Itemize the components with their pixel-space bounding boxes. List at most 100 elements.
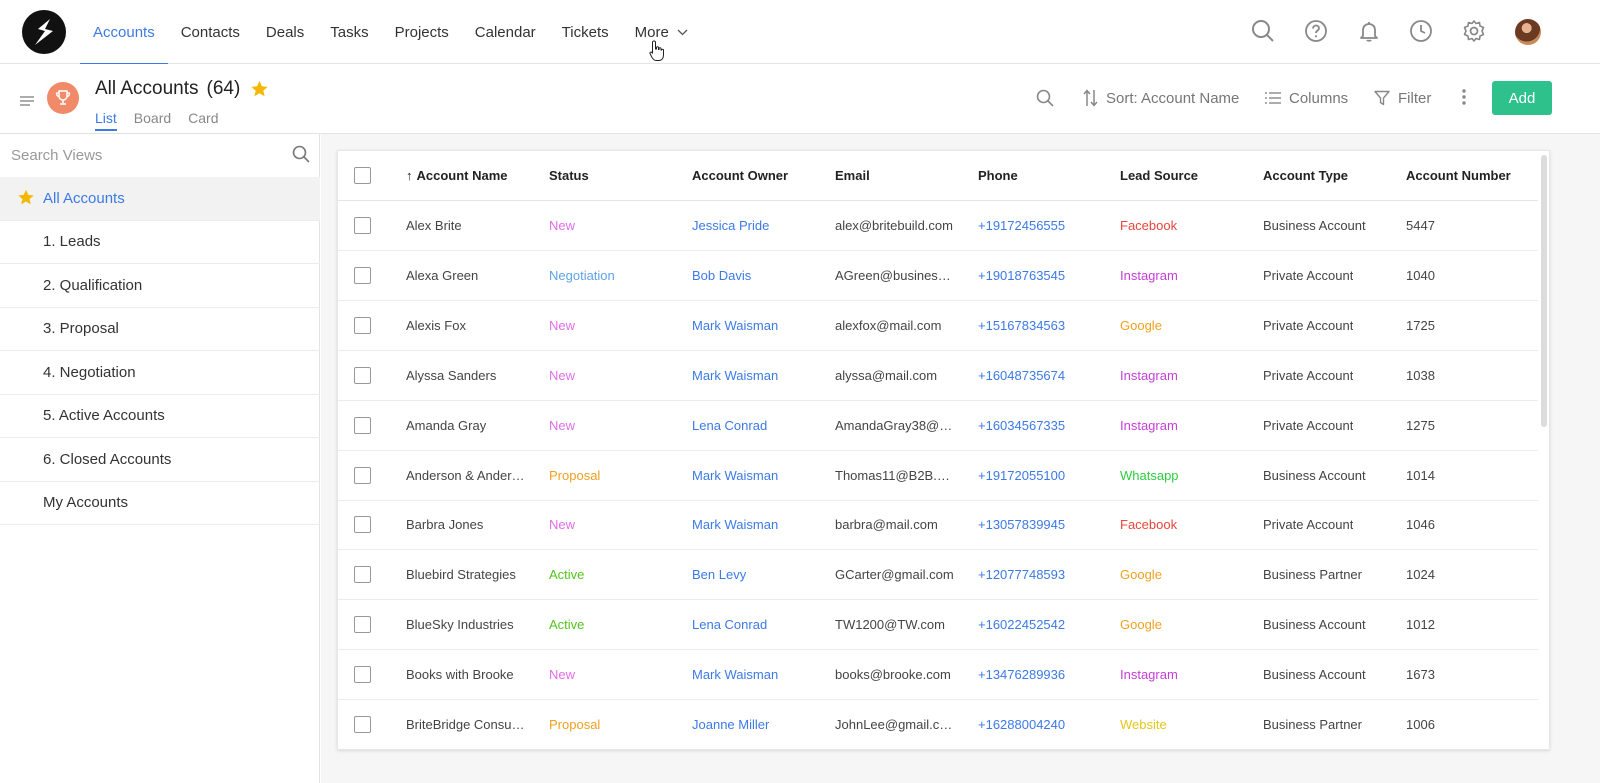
clock-icon[interactable] — [1408, 18, 1434, 44]
row-checkbox[interactable] — [354, 266, 371, 284]
sidebar-item-4-negotiation[interactable]: 4. Negotiation — [0, 351, 320, 395]
toolbar-search-icon[interactable] — [1036, 86, 1062, 110]
column-header-lead-source[interactable]: Lead Source — [1120, 168, 1198, 183]
select-all-checkbox[interactable] — [354, 167, 371, 184]
column-header-account-name[interactable]: ↑ Account Name — [406, 168, 508, 183]
cell-status: Negotiation — [549, 267, 615, 283]
sidebar-item-2-qualification[interactable]: 2. Qualification — [0, 264, 320, 308]
cell-status: Proposal — [549, 717, 601, 732]
cell-phone[interactable]: +19018763545 — [978, 268, 1065, 283]
cell-lead-source: Instagram — [1120, 367, 1178, 383]
row-checkbox[interactable] — [354, 716, 371, 733]
cell-phone[interactable]: +15167834563 — [978, 318, 1065, 333]
column-header-phone[interactable]: Phone — [978, 168, 1018, 183]
row-checkbox[interactable] — [354, 516, 371, 534]
user-avatar[interactable] — [1515, 19, 1541, 45]
search-icon[interactable] — [1250, 18, 1276, 44]
cell-account-number: 1014 — [1406, 467, 1435, 483]
cell-lead-source: Google — [1120, 617, 1162, 633]
cell-account-owner[interactable]: Jessica Pride — [692, 218, 769, 233]
cell-account-owner[interactable]: Lena Conrad — [692, 418, 767, 433]
cell-account-owner[interactable]: Lena Conrad — [692, 617, 767, 632]
nav-item-contacts[interactable]: Contacts — [168, 0, 253, 64]
row-checkbox[interactable] — [354, 666, 371, 684]
sidebar-item-5-active-accounts[interactable]: 5. Active Accounts — [0, 395, 320, 438]
column-header-status[interactable]: Status — [549, 168, 589, 183]
cell-account-owner[interactable]: Mark Waisman — [692, 318, 778, 333]
cell-lead-source: Facebook — [1120, 218, 1178, 233]
cell-status: Active — [549, 567, 585, 583]
tab-list[interactable]: List — [95, 110, 117, 131]
cell-account-owner[interactable]: Bob Davis — [692, 268, 751, 283]
cell-account-owner[interactable]: Mark Waisman — [692, 517, 778, 532]
cell-email: books@brooke.com — [835, 667, 951, 683]
nav-item-accounts[interactable]: Accounts — [80, 0, 168, 65]
cell-phone[interactable]: +16022452542 — [978, 617, 1065, 632]
cell-phone[interactable]: +16048735674 — [978, 368, 1065, 383]
sidebar-item-label: My Accounts — [43, 494, 129, 512]
cell-email: AmandaGray38@… — [835, 417, 953, 433]
more-options-icon[interactable] — [1462, 89, 1466, 110]
favorite-star-icon[interactable] — [250, 80, 269, 98]
menu-icon[interactable] — [20, 93, 34, 111]
cell-phone[interactable]: +19172456555 — [978, 218, 1065, 233]
search-views-input[interactable] — [0, 134, 290, 176]
cell-account-owner[interactable]: Joanne Miller — [692, 717, 769, 732]
tab-card[interactable]: Card — [188, 110, 218, 131]
cell-phone[interactable]: +16288004240 — [978, 717, 1065, 732]
cell-status: New — [549, 218, 576, 233]
cell-phone[interactable]: +19172055100 — [978, 468, 1065, 483]
row-checkbox[interactable] — [354, 316, 371, 334]
sidebar-item-3-proposal[interactable]: 3. Proposal — [0, 308, 320, 351]
cell-phone[interactable]: +16034567335 — [978, 418, 1065, 433]
cell-account-name: BriteBridge Consu… — [406, 717, 525, 732]
cell-lead-source: Instagram — [1120, 667, 1178, 683]
table-row: Amanda Gray New Lena Conrad AmandaGray38@… +… — [338, 401, 1538, 451]
cell-phone[interactable]: +13057839945 — [978, 517, 1065, 532]
cell-lead-source: Instagram — [1120, 417, 1178, 433]
nav-item-calendar[interactable]: Calendar — [462, 0, 549, 64]
row-checkbox[interactable] — [354, 416, 371, 434]
row-checkbox[interactable] — [354, 566, 371, 584]
table-row: Alex Brite New Jessica Pride alex@britebuil… — [338, 201, 1538, 251]
scrollbar-thumb[interactable] — [1541, 155, 1547, 427]
sidebar-item-label: 1. Leads — [43, 233, 101, 251]
columns-button[interactable]: Columns — [1265, 86, 1348, 110]
gear-icon[interactable] — [1461, 18, 1487, 44]
column-header-account-owner[interactable]: Account Owner — [692, 168, 788, 183]
sidebar-item-all-accounts[interactable]: All Accounts — [0, 177, 320, 221]
help-icon[interactable] — [1303, 18, 1329, 44]
cell-phone[interactable]: +13476289936 — [978, 667, 1065, 682]
nav-item-label: Projects — [394, 23, 449, 41]
column-header-account-number[interactable]: Account Number — [1406, 168, 1511, 183]
row-checkbox[interactable] — [354, 466, 371, 484]
cell-account-owner[interactable]: Mark Waisman — [692, 368, 778, 383]
cell-lead-source: Whatsapp — [1120, 467, 1179, 483]
row-checkbox[interactable] — [354, 217, 371, 234]
app-logo[interactable] — [22, 10, 66, 54]
cell-account-owner[interactable]: Ben Levy — [692, 567, 746, 582]
sidebar-item-6-closed-accounts[interactable]: 6. Closed Accounts — [0, 438, 320, 482]
column-header-label: Phone — [978, 168, 1018, 183]
nav-item-tickets[interactable]: Tickets — [549, 0, 622, 64]
nav-item-label: More — [634, 23, 669, 41]
cell-account-owner[interactable]: Mark Waisman — [692, 468, 778, 483]
add-button[interactable]: Add — [1492, 81, 1552, 115]
cell-phone[interactable]: +12077748593 — [978, 567, 1065, 582]
column-header-account-type[interactable]: Account Type — [1263, 168, 1348, 183]
sort-button[interactable]: Sort: Account Name — [1083, 86, 1239, 110]
sidebar-item-my-accounts[interactable]: My Accounts — [0, 482, 320, 525]
sidebar-item-1-leads[interactable]: 1. Leads — [0, 221, 320, 264]
column-header-email[interactable]: Email — [835, 168, 870, 183]
row-checkbox[interactable] — [354, 366, 371, 384]
bell-icon[interactable] — [1356, 18, 1382, 44]
row-checkbox[interactable] — [354, 616, 371, 634]
tab-board[interactable]: Board — [134, 110, 171, 131]
nav-item-projects[interactable]: Projects — [382, 0, 462, 64]
cell-account-name: Alexis Fox — [406, 317, 466, 333]
search-icon[interactable] — [292, 145, 310, 168]
cell-account-owner[interactable]: Mark Waisman — [692, 667, 778, 682]
nav-item-deals[interactable]: Deals — [253, 0, 317, 64]
nav-item-tasks[interactable]: Tasks — [317, 0, 381, 64]
filter-button[interactable]: Filter — [1374, 86, 1431, 110]
